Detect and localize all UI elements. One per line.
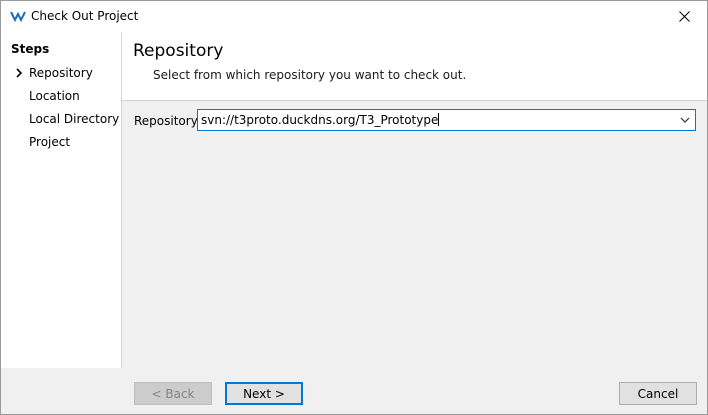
- step-project: Project: [29, 135, 70, 149]
- back-button[interactable]: < Back: [134, 382, 212, 405]
- app-logo-icon: [10, 11, 26, 22]
- page-header: Repository Select from which repository …: [122, 32, 707, 101]
- title-bar: Check Out Project: [1, 1, 707, 32]
- step-location: Location: [29, 89, 80, 103]
- repository-value: svn://t3proto.duckdns.org/T3_Prototype: [201, 113, 439, 127]
- steps-heading: Steps: [11, 42, 50, 56]
- text-caret: [438, 113, 440, 126]
- check-out-project-dialog: Check Out Project Steps Repository Locat…: [0, 0, 708, 415]
- chevron-down-icon[interactable]: [680, 116, 690, 124]
- form-area: Repository: svn://t3proto.duckdns.org/T3…: [122, 101, 707, 368]
- steps-sidebar: Steps Repository Location Local Director…: [1, 32, 122, 368]
- window-title: Check Out Project: [31, 9, 139, 23]
- page-description: Select from which repository you want to…: [153, 68, 467, 82]
- step-label: Location: [29, 89, 80, 103]
- page-title: Repository: [133, 41, 224, 61]
- repository-label: Repository:: [134, 114, 201, 128]
- button-bar: < Back Next > Cancel: [1, 368, 707, 414]
- repository-combobox[interactable]: svn://t3proto.duckdns.org/T3_Prototype: [197, 109, 696, 131]
- step-label: Local Directory: [29, 112, 120, 126]
- step-local-directory: Local Directory: [29, 112, 119, 126]
- step-label: Repository: [29, 66, 93, 80]
- step-repository: Repository: [16, 66, 93, 80]
- next-button[interactable]: Next >: [225, 382, 303, 405]
- chevron-right-icon: [16, 68, 23, 78]
- repository-input[interactable]: svn://t3proto.duckdns.org/T3_Prototype: [201, 113, 440, 127]
- close-button[interactable]: [661, 1, 707, 32]
- cancel-button[interactable]: Cancel: [619, 382, 697, 405]
- close-icon: [678, 11, 690, 22]
- step-label: Project: [29, 135, 71, 149]
